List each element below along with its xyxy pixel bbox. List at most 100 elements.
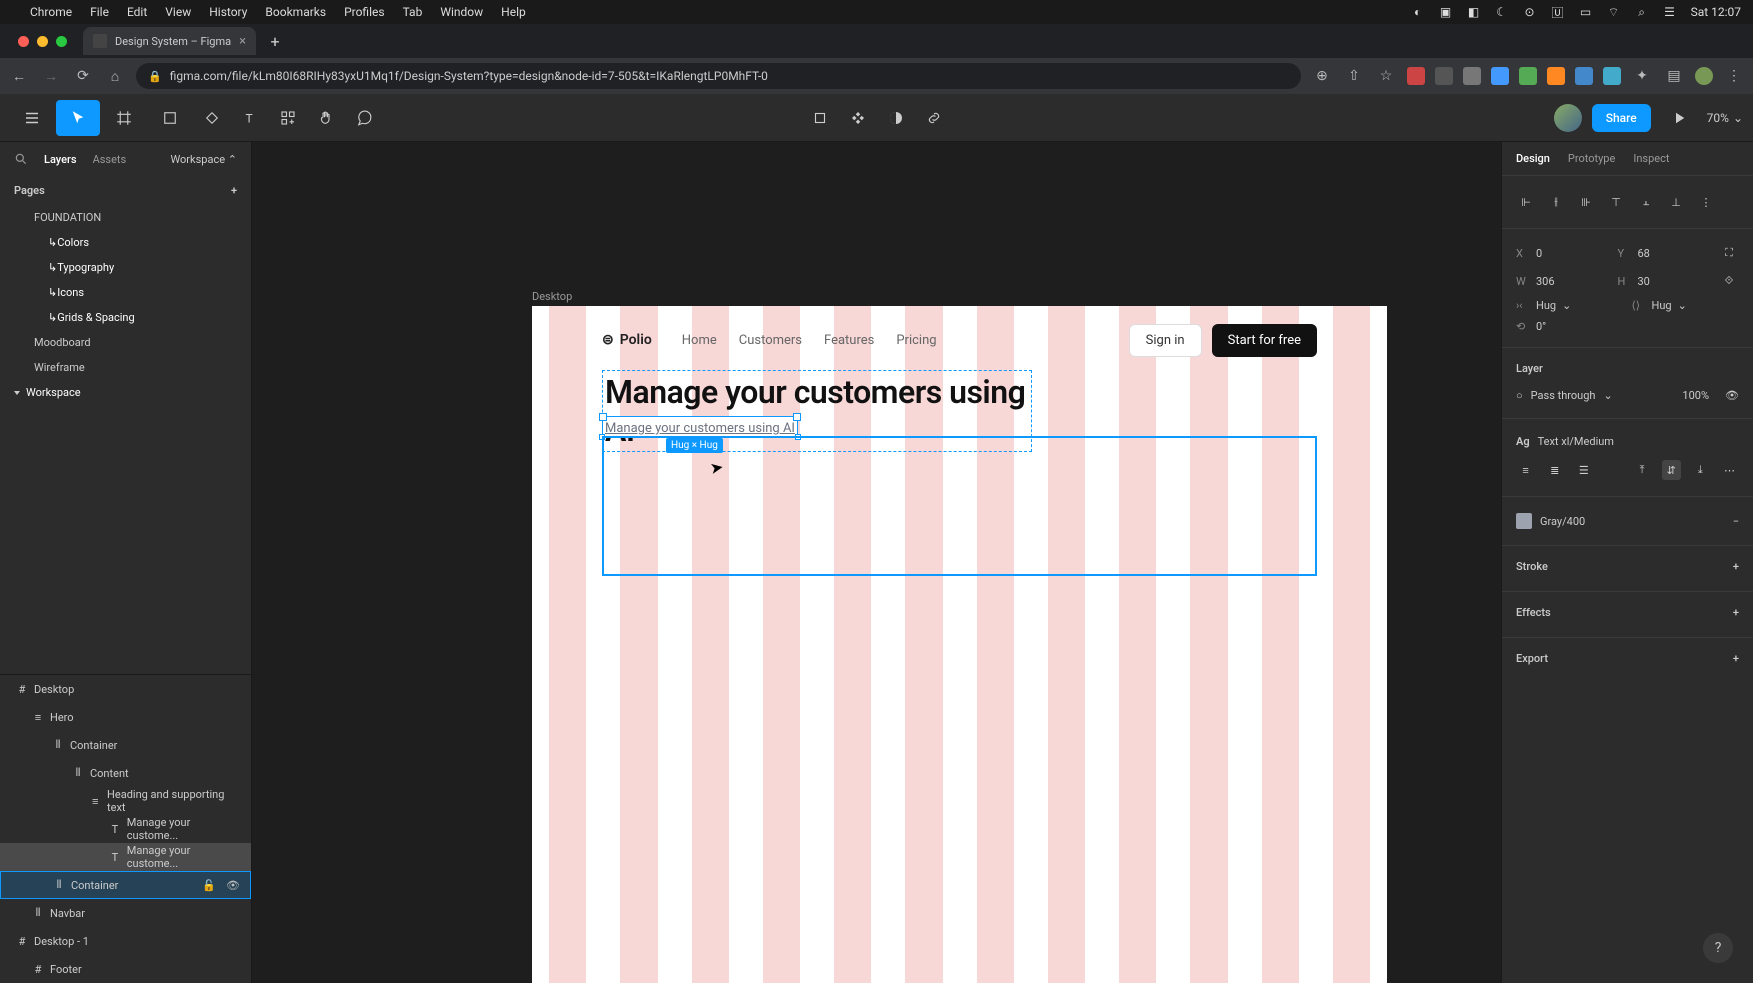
share-icon[interactable]: ⇧ bbox=[1343, 65, 1365, 87]
blend-mode-field[interactable]: ○Pass through ⌄100%👁 bbox=[1502, 383, 1753, 408]
visibility-icon[interactable]: 👁 bbox=[226, 879, 240, 892]
window-controls[interactable] bbox=[8, 36, 77, 47]
control-center-icon[interactable]: ☰ bbox=[1663, 5, 1677, 19]
extension-icon[interactable] bbox=[1575, 67, 1593, 85]
frame-tool[interactable] bbox=[102, 100, 146, 136]
layer-row[interactable]: #Desktop bbox=[0, 675, 251, 703]
text-align-left-icon[interactable]: ≡ bbox=[1516, 460, 1535, 480]
browser-tab[interactable]: Design System – Figma × bbox=[83, 27, 256, 55]
assets-tab[interactable]: Assets bbox=[93, 153, 127, 166]
layer-row[interactable]: ⦀Navbar bbox=[0, 899, 251, 927]
align-right-icon[interactable]: ⊪ bbox=[1576, 192, 1596, 212]
zoom-icon[interactable]: ⊕ bbox=[1311, 65, 1333, 87]
reload-button[interactable]: ⟳ bbox=[72, 65, 94, 87]
page-item[interactable]: FOUNDATION bbox=[0, 205, 251, 230]
add-page-button[interactable]: + bbox=[231, 184, 237, 197]
text-align-middle-icon[interactable]: ⇵ bbox=[1662, 460, 1681, 480]
extension-icon[interactable] bbox=[1491, 67, 1509, 85]
resources-tool[interactable] bbox=[270, 100, 306, 136]
page-selector[interactable]: Workspace ⌃ bbox=[170, 153, 237, 166]
share-button[interactable]: Share bbox=[1592, 104, 1651, 132]
page-item[interactable]: ↳Icons bbox=[0, 280, 251, 305]
layer-row[interactable]: #Footer bbox=[0, 955, 251, 983]
text-align-top-icon[interactable]: ⤒ bbox=[1633, 460, 1652, 480]
status-icon[interactable]: ▣ bbox=[1439, 5, 1453, 19]
align-left-icon[interactable]: ⊩ bbox=[1516, 192, 1536, 212]
layer-row[interactable]: ≡Hero bbox=[0, 703, 251, 731]
layer-row[interactable]: TManage your custome... bbox=[0, 815, 251, 843]
page-item[interactable]: ↳Typography bbox=[0, 255, 251, 280]
menu-window[interactable]: Window bbox=[440, 5, 483, 19]
page-item[interactable]: Wireframe bbox=[0, 355, 251, 380]
layers-tab[interactable]: Layers bbox=[44, 153, 77, 166]
menu-icon[interactable]: ⋮ bbox=[1723, 65, 1745, 87]
status-icon[interactable]: ◧ bbox=[1467, 5, 1481, 19]
home-button[interactable]: ⌂ bbox=[104, 65, 126, 87]
menu-tab[interactable]: Tab bbox=[403, 5, 423, 19]
component-tool[interactable] bbox=[802, 100, 838, 136]
align-top-icon[interactable]: ⊤ bbox=[1606, 192, 1626, 212]
keyboard-icon[interactable]: 🅄 bbox=[1551, 5, 1565, 19]
constrain-icon[interactable]: ⛶ bbox=[1719, 243, 1739, 263]
remove-fill-icon[interactable]: − bbox=[1733, 515, 1739, 528]
forward-button[interactable]: → bbox=[40, 65, 62, 87]
search-icon[interactable] bbox=[14, 152, 28, 166]
moon-icon[interactable]: ☾ bbox=[1495, 5, 1509, 19]
lock-icon[interactable]: 🔓 bbox=[202, 879, 216, 892]
menu-help[interactable]: Help bbox=[501, 5, 526, 19]
rotation-field[interactable]: ⟲0° bbox=[1516, 320, 1739, 333]
tab-prototype[interactable]: Prototype bbox=[1568, 152, 1615, 165]
status-icon[interactable]: ◐ bbox=[1411, 5, 1425, 19]
pen-tool[interactable] bbox=[194, 100, 230, 136]
app-name[interactable]: Chrome bbox=[30, 5, 72, 19]
layer-row-selected[interactable]: TManage your custome... bbox=[0, 843, 251, 871]
text-align-right-icon[interactable]: ☰ bbox=[1574, 460, 1593, 480]
link-wh-icon[interactable]: ⟐ bbox=[1719, 271, 1739, 291]
align-center-v-icon[interactable]: ⫠ bbox=[1636, 192, 1656, 212]
comment-tool[interactable] bbox=[346, 100, 382, 136]
align-bottom-icon[interactable]: ⊥ bbox=[1666, 192, 1686, 212]
subheading-selection[interactable]: Manage your customers using AI bbox=[602, 416, 798, 437]
extension-icon[interactable] bbox=[1603, 67, 1621, 85]
help-button[interactable]: ? bbox=[1703, 933, 1733, 963]
text-style-row[interactable]: AgText xl/Medium bbox=[1502, 429, 1753, 454]
more-options-icon[interactable]: ⋯ bbox=[1720, 460, 1739, 480]
text-tool[interactable]: T bbox=[232, 100, 268, 136]
layer-row[interactable]: ≡Heading and supporting text bbox=[0, 787, 251, 815]
container-selection[interactable] bbox=[602, 436, 1317, 576]
shape-tool[interactable] bbox=[148, 100, 192, 136]
add-effect-button[interactable]: + bbox=[1733, 606, 1739, 619]
bookmark-icon[interactable]: ☆ bbox=[1375, 65, 1397, 87]
zoom-select[interactable]: 70%⌄ bbox=[1707, 111, 1743, 125]
menu-profiles[interactable]: Profiles bbox=[344, 5, 385, 19]
visibility-icon[interactable]: 👁 bbox=[1725, 389, 1739, 402]
battery-icon[interactable]: ▭ bbox=[1579, 5, 1593, 19]
distribute-icon[interactable]: ⋮ bbox=[1696, 192, 1716, 212]
x-field[interactable]: X0 bbox=[1516, 243, 1610, 263]
y-field[interactable]: Y68 bbox=[1618, 243, 1712, 263]
align-center-h-icon[interactable]: ⫲ bbox=[1546, 192, 1566, 212]
reading-list-icon[interactable]: ▤ bbox=[1663, 65, 1685, 87]
text-align-bottom-icon[interactable]: ⤓ bbox=[1691, 460, 1710, 480]
extension-icon[interactable] bbox=[1463, 67, 1481, 85]
status-icon[interactable]: ⊙ bbox=[1523, 5, 1537, 19]
extensions-icon[interactable]: ✦ bbox=[1631, 65, 1653, 87]
mask-tool[interactable] bbox=[840, 100, 876, 136]
menu-bookmarks[interactable]: Bookmarks bbox=[265, 5, 326, 19]
address-bar[interactable]: 🔒 figma.com/file/kLm80I68RIHy83yxU1Mq1f/… bbox=[136, 63, 1301, 89]
boolean-tool[interactable] bbox=[878, 100, 914, 136]
text-align-center-icon[interactable]: ≣ bbox=[1545, 460, 1564, 480]
layer-row-hover[interactable]: ⦀Container🔓👁 bbox=[0, 871, 251, 899]
page-item-current[interactable]: Workspace bbox=[0, 380, 251, 405]
close-tab-icon[interactable]: × bbox=[239, 34, 246, 49]
resize-h-field[interactable]: ⟨⟩Hug ⌄ bbox=[1632, 299, 1740, 312]
add-stroke-button[interactable]: + bbox=[1733, 560, 1739, 573]
page-item[interactable]: ↳Colors bbox=[0, 230, 251, 255]
tab-design[interactable]: Design bbox=[1516, 152, 1550, 165]
present-button[interactable] bbox=[1661, 100, 1697, 136]
main-menu-button[interactable] bbox=[10, 100, 54, 136]
tab-inspect[interactable]: Inspect bbox=[1633, 152, 1669, 165]
artboard-desktop[interactable]: ⊜Polio Home Customers Features Pricing S… bbox=[532, 306, 1387, 983]
fill-row[interactable]: Gray/400− bbox=[1502, 507, 1753, 535]
menu-history[interactable]: History bbox=[209, 5, 247, 19]
